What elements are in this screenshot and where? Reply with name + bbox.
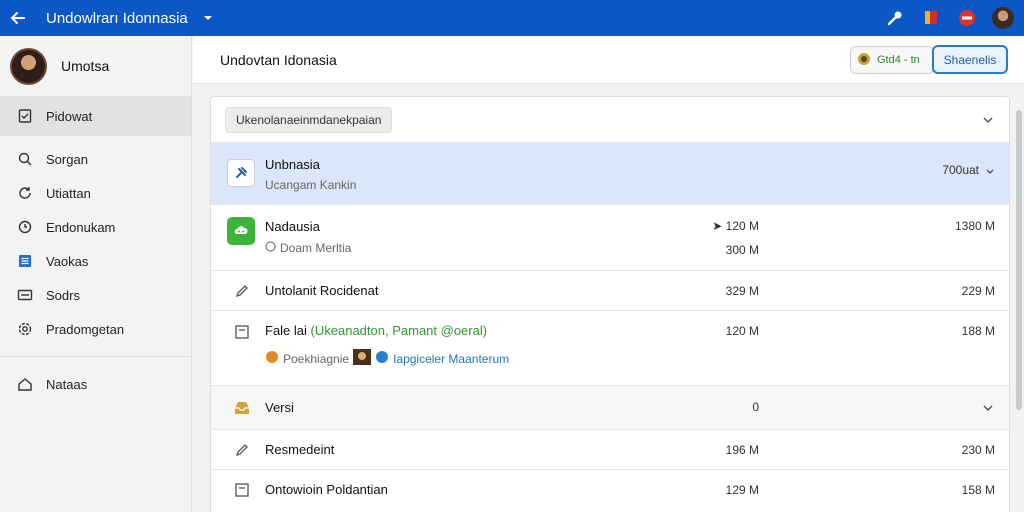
- row-value-total: 188 M: [961, 324, 995, 338]
- list-item[interactable]: Untolanit Rocidenat 329 M 229 M: [211, 271, 1009, 311]
- row-value-positive: ➤ 120 M: [712, 219, 759, 233]
- card-icon: [16, 286, 34, 304]
- filter-row: Ukenolanaeinmdanekpaian: [211, 97, 1009, 143]
- chevron-down-icon[interactable]: [981, 113, 995, 127]
- sidebar-item-utiattan[interactable]: Utiattan: [0, 176, 191, 210]
- sidebar-item-label: Pidowat: [46, 108, 93, 124]
- sidebar-item-label: Sodrs: [46, 287, 80, 303]
- checkbox-icon[interactable]: [231, 479, 253, 501]
- list-group-header[interactable]: Versi 0: [211, 386, 1009, 430]
- sidebar-item-pradomgetan[interactable]: Pradomgetan: [0, 312, 191, 346]
- row-value-text: 120 M: [725, 219, 759, 233]
- list-item[interactable]: Ontowioin Poldantian 129 M 158 M: [211, 470, 1009, 512]
- pencil-icon: [231, 439, 253, 461]
- sidebar-item-label: Pradomgetan: [46, 321, 125, 337]
- chevron-down-icon[interactable]: [981, 401, 995, 415]
- list-item[interactable]: Unbnasia Ucangam Kankin 700uat: [211, 143, 1009, 205]
- profile[interactable]: Umotsa: [0, 36, 191, 96]
- sidebar-item-label: Endonukam: [46, 219, 116, 235]
- radio-icon[interactable]: [265, 241, 276, 255]
- sidebar-item-pidowat[interactable]: Pidowat: [0, 96, 191, 136]
- filter-chip[interactable]: Ukenolanaeinmdanekpaian: [225, 106, 393, 133]
- list-item[interactable]: Resmedeint 196 M 230 M: [211, 430, 1009, 470]
- sidebar-item-vaokas[interactable]: Vaokas: [0, 244, 191, 278]
- row-value-total: 158 M: [961, 483, 995, 497]
- row-title: Versi: [265, 400, 294, 415]
- row-value: 120 M: [725, 324, 759, 338]
- cloud-icon: [227, 217, 255, 245]
- row-title: Nadausia: [265, 219, 320, 234]
- sidebar-item-sodrs[interactable]: Sodrs: [0, 278, 191, 312]
- pencil-icon: [231, 280, 253, 302]
- back-arrow-icon[interactable]: [0, 0, 36, 36]
- block-icon[interactable]: [956, 7, 978, 29]
- profile-name: Umotsa: [61, 58, 110, 74]
- sidebar-item-sorgan[interactable]: Sorgan: [0, 142, 191, 176]
- sidebar-item-label: Vaokas: [46, 253, 89, 269]
- row-title: Resmedeint: [265, 442, 335, 457]
- row-value-secondary: 300 M: [725, 243, 759, 257]
- tag-label: Poekhiagnie: [283, 351, 350, 366]
- gear-icon: [16, 320, 34, 338]
- row-value-total: 1380 M: [954, 219, 995, 233]
- sidebar: Umotsa Pidowat Sorgan Utiattan Endonukam…: [0, 36, 192, 512]
- row-title-group: Fale lai (Ukeanadton, Pamant @oeral): [265, 323, 487, 338]
- home-icon: [16, 375, 34, 393]
- row-title: Unbnasia: [265, 157, 320, 172]
- up-arrow-icon: ➤: [712, 219, 723, 233]
- search-icon: [16, 150, 34, 168]
- row-title: Untolanit Rocidenat: [265, 283, 379, 298]
- status-pill-text: Gtd4 - tn: [877, 54, 920, 66]
- sidebar-item-nataas[interactable]: Nataas: [0, 367, 191, 401]
- wrench-icon[interactable]: [884, 7, 906, 29]
- row-title: Fale lai: [265, 323, 307, 338]
- sidebar-item-endonukam[interactable]: Endonukam: [0, 210, 191, 244]
- row-subtitle-group: Doam Merltia: [265, 241, 351, 255]
- top-app-bar: Undowlrarı Idonnasia: [0, 0, 1024, 36]
- tag-link[interactable]: Iapgiceler Maanterum: [393, 352, 509, 366]
- main-header: Undovtan Idonasia Gtd4 - tn Shaenelis: [193, 36, 1024, 84]
- row-value: 0: [752, 400, 759, 414]
- status-pill[interactable]: Gtd4 - tn: [850, 46, 934, 74]
- sidebar-item-label: Sorgan: [46, 151, 88, 167]
- app-title: Undowlrarı Idonnasia: [46, 9, 188, 27]
- row-value: 700uat: [942, 163, 979, 177]
- list-icon: [16, 252, 34, 270]
- primary-button[interactable]: Shaenelis: [932, 45, 1008, 74]
- clock-icon: [16, 218, 34, 236]
- sidebar-item-label: Nataas: [46, 376, 88, 392]
- document-check-icon: [16, 107, 34, 125]
- row-value-total: 229 M: [961, 284, 995, 298]
- row-subtitle: Ucangam Kankin: [265, 178, 357, 192]
- content-panel: Ukenolanaeinmdanekpaian Unbnasia Ucangam…: [210, 96, 1010, 512]
- row-value: 329 M: [725, 284, 759, 298]
- chevron-down-icon[interactable]: [983, 165, 997, 179]
- badge-icon: [857, 52, 871, 69]
- row-value: 196 M: [725, 443, 759, 457]
- orange-badge-icon: [265, 350, 279, 367]
- user-avatar[interactable]: [992, 7, 1014, 29]
- sidebar-item-label: Utiattan: [46, 185, 91, 201]
- inbox-icon: [231, 397, 253, 419]
- list-item[interactable]: Nadausia Doam Merltia ➤ 120 M 300 M 1380…: [211, 205, 1009, 271]
- page-title: Undovtan Idonasia: [220, 51, 337, 68]
- list-item[interactable]: Fale lai (Ukeanadton, Pamant @oeral) Poe…: [211, 311, 1009, 386]
- avatar: [10, 47, 47, 85]
- image-thumbnail-icon: [353, 349, 372, 368]
- row-title-link[interactable]: (Ukeanadton, Pamant @oeral): [311, 323, 488, 338]
- row-subtitle: Doam Merltia: [280, 241, 352, 255]
- row-title: Ontowioin Poldantian: [265, 482, 388, 497]
- scrollbar[interactable]: [1016, 110, 1022, 410]
- checkbox-icon[interactable]: [231, 321, 253, 343]
- chevron-down-icon[interactable]: [200, 10, 216, 26]
- row-value: 129 M: [725, 483, 759, 497]
- flag-icon[interactable]: [920, 7, 942, 29]
- pin-icon: [227, 159, 255, 187]
- row-value-total: 230 M: [961, 443, 995, 457]
- globe-icon: [375, 350, 389, 367]
- sidebar-divider: [0, 356, 191, 357]
- row-tags: Poekhiagnie Iapgiceler Maanterum: [265, 349, 509, 368]
- refresh-icon: [16, 184, 34, 202]
